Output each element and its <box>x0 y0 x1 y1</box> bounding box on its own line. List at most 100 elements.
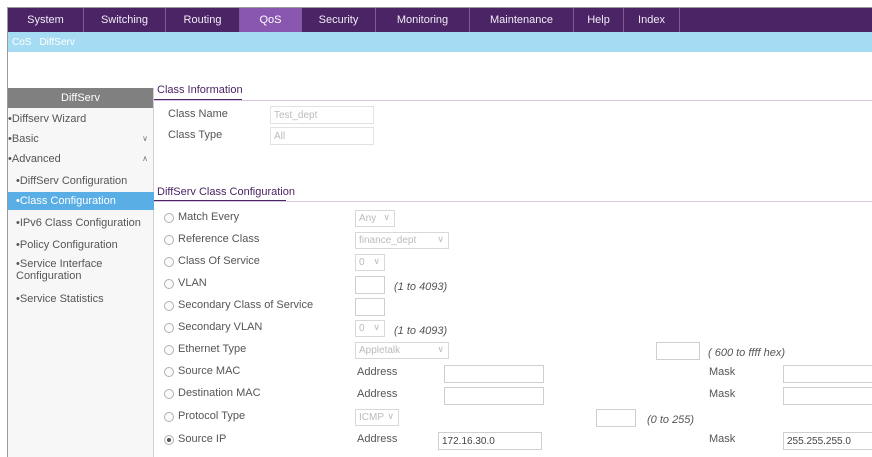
source-ip-radio[interactable] <box>164 435 174 445</box>
source-mac-address-input[interactable] <box>444 365 544 383</box>
vlan-radio[interactable] <box>164 279 174 289</box>
tab-system[interactable]: System <box>8 8 84 32</box>
destination-mac-mask-input[interactable] <box>783 387 872 405</box>
protocol-type-label: Protocol Type <box>178 410 246 422</box>
class-type-label: Class Type <box>168 129 223 141</box>
sidebar-item-basic[interactable]: •Basic ∨ <box>8 130 154 148</box>
chevron-up-icon: ∧ <box>142 154 148 163</box>
vlan-range-hint: (1 to 4093) <box>394 281 448 293</box>
source-ip-label: Source IP <box>178 433 227 445</box>
sidebar-item-service-interface-configuration[interactable]: •Service Interface Configuration <box>8 258 154 286</box>
sidebar-item-label: Basic <box>11 133 39 145</box>
secondary-cos-radio[interactable] <box>164 301 174 311</box>
tab-switching[interactable]: Switching <box>84 8 166 32</box>
sidebar-item-label: Class Configuration <box>19 195 116 207</box>
class-of-service-value: 0 <box>359 257 365 268</box>
class-information-title: Class Information <box>157 84 243 96</box>
app-frame: System Switching Routing QoS Security Mo… <box>7 7 872 457</box>
ethernet-type-value: Appletalk <box>359 345 401 356</box>
secondary-vlan-range-hint: (1 to 4093) <box>394 325 448 337</box>
sidebar-item-ipv6-class-configuration[interactable]: •IPv6 Class Configuration <box>8 214 154 232</box>
section-divider <box>154 201 872 202</box>
tab-index[interactable]: Index <box>624 8 680 32</box>
class-name-field[interactable] <box>270 106 374 124</box>
tab-maintenance[interactable]: Maintenance <box>470 8 574 32</box>
sidebar-item-label: Advanced <box>11 153 61 165</box>
tab-qos[interactable]: QoS <box>240 8 302 32</box>
reference-class-radio[interactable] <box>164 235 174 245</box>
sidebar-item-diffserv-configuration[interactable]: •DiffServ Configuration <box>8 172 154 190</box>
sidebar-item-class-configuration[interactable]: •Class Configuration <box>8 192 154 210</box>
subnav-cos[interactable]: CoS <box>12 37 31 48</box>
class-of-service-radio[interactable] <box>164 257 174 267</box>
ethernet-type-radio[interactable] <box>164 345 174 355</box>
destination-mac-label: Destination MAC <box>178 387 261 399</box>
secondary-vlan-label: Secondary VLAN <box>178 321 263 333</box>
ethernet-type-hex-input[interactable] <box>656 342 700 360</box>
source-mac-address-label: Address <box>357 366 398 378</box>
secondary-cos-value: 0 <box>359 323 365 334</box>
tab-monitoring[interactable]: Monitoring <box>376 8 470 32</box>
sidebar-item-advanced[interactable]: •Advanced ∧ <box>8 150 154 168</box>
sidebar-item-service-statistics[interactable]: •Service Statistics <box>8 290 154 308</box>
subnav-diffserv[interactable]: DiffServ <box>39 37 74 48</box>
sidebar-item-diffserv-wizard[interactable]: •Diffserv Wizard <box>8 110 154 128</box>
destination-mac-mask-label: Mask <box>709 388 736 400</box>
match-every-radio[interactable] <box>164 213 174 223</box>
reference-class-value: finance_dept <box>359 235 417 246</box>
vlan-input[interactable] <box>355 276 385 294</box>
sub-navigation: CoS DiffServ <box>8 32 872 52</box>
match-every-select[interactable]: Any ∨ <box>355 210 395 227</box>
ethernet-type-range-hint: ( 600 to ffff hex) <box>708 347 786 359</box>
class-of-service-select[interactable]: 0 ∨ <box>355 254 385 271</box>
chevron-down-icon: ∨ <box>373 322 380 332</box>
protocol-type-radio[interactable] <box>164 412 174 422</box>
class-of-service-label: Class Of Service <box>178 255 260 267</box>
protocol-type-number-input[interactable] <box>596 409 636 427</box>
reference-class-label: Reference Class <box>178 233 260 245</box>
reference-class-select[interactable]: finance_dept ∨ <box>355 232 449 249</box>
sidebar-item-label: Diffserv Wizard <box>11 113 87 125</box>
source-mac-mask-input[interactable] <box>783 365 872 383</box>
ethernet-type-label: Ethernet Type <box>178 343 247 355</box>
sidebar-item-label: Service Statistics <box>19 293 104 305</box>
source-ip-address-label: Address <box>357 433 398 445</box>
protocol-type-select[interactable]: ICMP ∨ <box>355 409 399 426</box>
secondary-vlan-input[interactable] <box>355 298 385 316</box>
chevron-down-icon: ∨ <box>373 256 380 266</box>
class-type-field[interactable] <box>270 127 374 145</box>
chevron-down-icon: ∨ <box>437 344 444 354</box>
sidebar: DiffServ •Diffserv Wizard •Basic ∨ •Adva… <box>8 88 154 457</box>
source-mac-mask-label: Mask <box>709 366 736 378</box>
sidebar-item-label: IPv6 Class Configuration <box>19 217 141 229</box>
class-name-label: Class Name <box>168 108 228 120</box>
source-mac-label: Source MAC <box>178 365 241 377</box>
sidebar-item-policy-configuration[interactable]: •Policy Configuration <box>8 236 154 254</box>
source-ip-mask-label: Mask <box>709 433 736 445</box>
destination-mac-address-input[interactable] <box>444 387 544 405</box>
secondary-vlan-radio[interactable] <box>164 323 174 333</box>
section-divider <box>154 100 872 101</box>
vlan-label: VLAN <box>178 277 207 289</box>
secondary-cos-select[interactable]: 0 ∨ <box>355 320 385 337</box>
source-mac-radio[interactable] <box>164 367 174 377</box>
destination-mac-radio[interactable] <box>164 389 174 399</box>
tab-help[interactable]: Help <box>574 8 624 32</box>
sidebar-item-label: DiffServ Configuration <box>19 175 128 187</box>
tab-routing[interactable]: Routing <box>166 8 240 32</box>
source-ip-address-input[interactable] <box>438 432 542 450</box>
tab-security[interactable]: Security <box>302 8 376 32</box>
protocol-type-range-hint: (0 to 255) <box>647 414 695 426</box>
diffserv-class-configuration-title: DiffServ Class Configuration <box>157 186 295 198</box>
chevron-down-icon: ∨ <box>387 411 394 421</box>
chevron-down-icon: ∨ <box>142 134 148 143</box>
sidebar-item-label: Service Interface Configuration <box>16 258 103 282</box>
source-ip-mask-input[interactable] <box>783 432 872 450</box>
match-every-label: Match Every <box>178 211 240 223</box>
destination-mac-address-label: Address <box>357 388 398 400</box>
ethernet-type-select[interactable]: Appletalk ∨ <box>355 342 449 359</box>
protocol-type-value: ICMP <box>359 412 384 423</box>
chevron-down-icon: ∨ <box>437 234 444 244</box>
sidebar-header: DiffServ <box>8 88 153 108</box>
top-navigation: System Switching Routing QoS Security Mo… <box>8 8 872 32</box>
